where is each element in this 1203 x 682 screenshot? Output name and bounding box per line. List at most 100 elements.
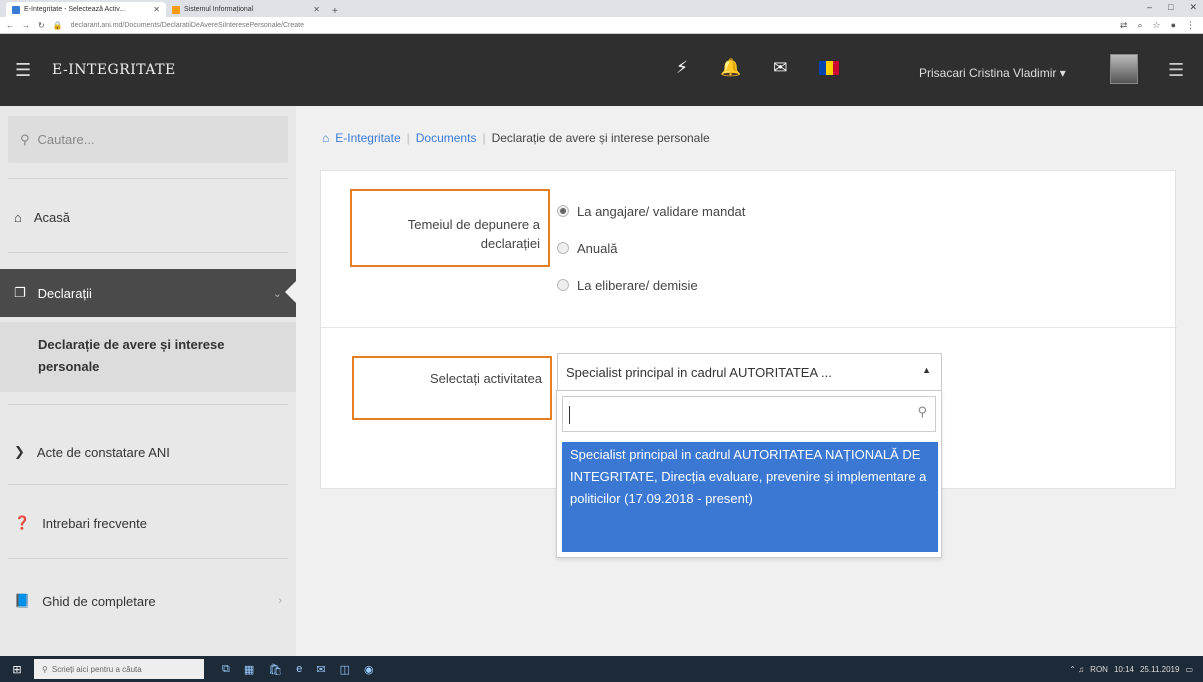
hamburger-menu-icon[interactable]: ☰ [15, 60, 31, 81]
select-value: Specialist principal in cadrul AUTORITAT… [566, 365, 832, 380]
browser-tab[interactable]: Sistemul Informațional ✕ [166, 2, 326, 17]
copy-icon: ❐ [14, 285, 26, 300]
home-icon: ⌂ [322, 131, 330, 145]
header-tools: ⚡ 🔔 ✉ [676, 58, 840, 78]
avatar[interactable] [1110, 54, 1138, 84]
sidebar-search-input[interactable]: ⚲ Cautare... [8, 116, 288, 163]
task-view-icon[interactable]: ⧉ [222, 663, 230, 676]
tab-favicon-icon [12, 5, 20, 14]
sidebar-item-declaratii[interactable]: ❐ Declarații ⌄ [0, 269, 296, 317]
activity-dropdown: ⚲ Specialist principal in cadrul AUTORIT… [556, 390, 942, 558]
brand-logo[interactable]: E-INTEGRITATE [52, 62, 176, 78]
mail-icon[interactable]: ✉ [316, 663, 325, 676]
zoom-icon[interactable]: ⌕ [1137, 20, 1142, 31]
bell-icon[interactable]: 🔔 [720, 58, 741, 78]
magic-icon[interactable]: ⚡ [676, 58, 688, 78]
windows-start-icon[interactable]: ⊞ [0, 663, 34, 676]
sidebar-item-label: Intrebari frecvente [42, 515, 147, 531]
tab-title: Sistemul Informațional [184, 6, 254, 13]
translate-icon[interactable]: ⇄ [1120, 20, 1128, 31]
chevron-right-small-icon: › [278, 595, 282, 607]
breadcrumb-separator: | [482, 131, 486, 145]
radio-angajare[interactable]: La angajare/ validare mandat [557, 201, 745, 221]
flag-icon[interactable] [819, 61, 840, 75]
basis-label: Temeiul de depunere a declarației [350, 189, 550, 267]
user-menu[interactable]: Prisacari Cristina Vladimir ▾ [919, 66, 1066, 80]
sidebar-item-ghid[interactable]: 📘 Ghid de completare › [0, 586, 296, 616]
radio-label: Anuală [577, 240, 618, 256]
radio-anuala[interactable]: Anuală [557, 238, 745, 258]
browser-tab-active[interactable]: E-Integritate - Selectează Activ... ✕ [6, 2, 166, 17]
divider [8, 484, 288, 485]
browser-toolbar-icons: ⇄ ⌕ ☆ ● ⋮ [1120, 20, 1203, 31]
caret-up-icon[interactable]: ▲ [922, 365, 931, 375]
store-icon[interactable]: 🛍 [268, 663, 282, 676]
envelope-icon[interactable]: ✉ [773, 58, 787, 78]
search-icon: ⚲ [20, 131, 30, 147]
chevron-right-icon: ❯ [14, 444, 25, 459]
question-icon: ❓ [14, 515, 31, 530]
radio-label: La eliberare/ demisie [577, 277, 698, 293]
tab-close-icon[interactable]: ✕ [313, 5, 320, 14]
chrome-icon[interactable]: ◉ [364, 663, 374, 676]
divider [8, 178, 288, 179]
sidebar-item-label: Declarații [37, 285, 92, 301]
os-taskbar: ⊞ ⚲ Scrieți aici pentru a căuta ⧉ ▦ 🛍 e … [0, 656, 1203, 682]
activity-label: Selectați activitatea [352, 356, 552, 420]
sidebar-item-acte[interactable]: ❯ Acte de constatare ANI [0, 437, 296, 467]
sidebar-item-label: Acte de constatare ANI [36, 444, 170, 460]
divider [8, 404, 288, 405]
radio-unchecked-icon[interactable] [557, 279, 569, 291]
sidebar-subitem-label: Declarație de avere și interese personal… [38, 337, 225, 374]
dropdown-option[interactable]: Specialist principal in cadrul AUTORITAT… [562, 442, 938, 552]
new-tab-button[interactable]: + [326, 6, 344, 17]
tray-icons[interactable]: ⌃ ♫ [1069, 665, 1084, 674]
reload-icon[interactable]: ↻ [38, 21, 45, 30]
search-placeholder: Cautare... [37, 132, 95, 147]
breadcrumb-documents[interactable]: Documents [416, 131, 477, 145]
sidebar-item-label: Acasă [33, 209, 70, 225]
tab-close-icon[interactable]: ✕ [153, 5, 160, 14]
right-menu-icon[interactable]: ☰ [1168, 60, 1184, 81]
radio-unchecked-icon[interactable] [557, 242, 569, 254]
language-indicator[interactable]: RON [1090, 665, 1108, 674]
sidebar-item-intrebari[interactable]: ❓ Intrebari frecvente [0, 508, 296, 538]
star-icon[interactable]: ☆ [1152, 20, 1160, 31]
sidebar: ⚲ Cautare... ⌂ Acasă ❐ Declarații ⌄ Decl… [0, 106, 296, 656]
radio-checked-icon[interactable] [557, 205, 569, 217]
divider [321, 327, 1177, 328]
outlook-icon[interactable]: ◫ [340, 663, 350, 676]
dropdown-search-input[interactable]: ⚲ [562, 396, 936, 432]
close-window-button[interactable]: ✕ [1189, 2, 1197, 13]
activity-select[interactable]: Specialist principal in cadrul AUTORITAT… [557, 353, 942, 391]
chevron-down-icon: ⌄ [272, 287, 282, 300]
edge-icon[interactable]: e [296, 663, 302, 676]
maximize-button[interactable]: □ [1168, 2, 1173, 13]
sidebar-item-acasa[interactable]: ⌂ Acasă [0, 202, 296, 232]
clock-time[interactable]: 10:14 [1114, 665, 1134, 674]
taskbar-search-input[interactable]: ⚲ Scrieți aici pentru a căuta [34, 659, 204, 679]
calculator-icon[interactable]: ▦ [244, 663, 254, 676]
breadcrumb-current: Declarație de avere și interese personal… [491, 131, 710, 145]
text-cursor [569, 406, 570, 424]
minimize-button[interactable]: – [1147, 2, 1152, 13]
search-icon: ⚲ [42, 664, 48, 674]
sidebar-item-label: Ghid de completare [42, 593, 156, 609]
radio-eliberare[interactable]: La eliberare/ demisie [557, 275, 745, 295]
forward-icon[interactable]: → [22, 21, 30, 30]
address-bar: ← → ↻ 🔒 declarant.ani.md/Documents/Decla… [0, 17, 1203, 34]
breadcrumb-home[interactable]: E-Integritate [335, 131, 400, 145]
taskbar-apps: ⧉ ▦ 🛍 e ✉ ◫ ◉ [222, 663, 374, 676]
browser-menu-icon[interactable]: ⋮ [1186, 20, 1195, 31]
user-name: Prisacari Cristina Vladimir [919, 66, 1057, 80]
search-icon: ⚲ [917, 404, 927, 419]
clock-date[interactable]: 25.11.2019 [1140, 665, 1179, 674]
back-icon[interactable]: ← [6, 21, 14, 30]
browser-tab-bar: E-Integritate - Selectează Activ... ✕ Si… [0, 0, 1203, 17]
account-icon[interactable]: ● [1171, 20, 1176, 31]
divider [8, 252, 288, 253]
notifications-icon[interactable]: ▭ [1185, 665, 1193, 674]
url-field[interactable]: declarant.ani.md/Documents/DeclaratiiDeA… [71, 22, 304, 29]
sidebar-subitem-declaratie[interactable]: Declarație de avere și interese personal… [0, 322, 296, 392]
book-icon: 📘 [14, 593, 31, 608]
